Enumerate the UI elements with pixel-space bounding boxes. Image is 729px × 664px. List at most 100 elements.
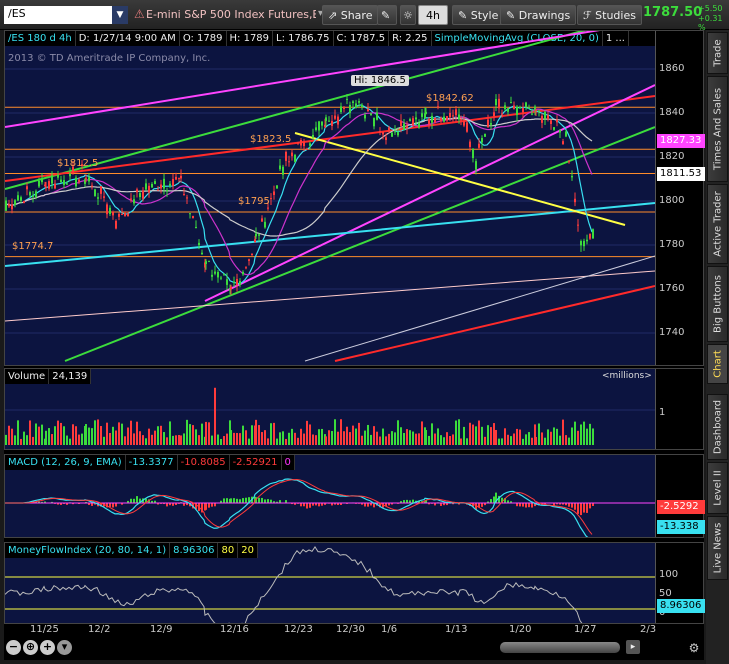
- macd-plot[interactable]: [5, 455, 655, 537]
- tab-dashboard[interactable]: Dashboard: [707, 394, 728, 460]
- tab-live-news[interactable]: Live News: [707, 516, 728, 580]
- candle-body: [349, 104, 351, 113]
- volume-bar: [437, 428, 439, 445]
- volume-bar: [528, 432, 530, 445]
- volume-bar: [484, 436, 486, 445]
- symbol-input[interactable]: /ES: [4, 6, 112, 24]
- candle-body: [455, 109, 457, 116]
- candle-body: [11, 204, 13, 210]
- price-plot[interactable]: [5, 31, 655, 365]
- candle-body: [103, 196, 105, 198]
- settings-button[interactable]: ☼: [400, 5, 416, 25]
- candle-body: [481, 138, 483, 143]
- share-icon: ⇗: [328, 9, 338, 22]
- macd-pane[interactable]: MACD (12, 26, 9, EMA) -13.3377 -10.8085 -2.…: [4, 454, 705, 538]
- trend-line: [294, 132, 626, 226]
- mfi-pane[interactable]: MoneyFlowIndex (20, 80, 14, 1) 8.96306 80 2…: [4, 542, 705, 624]
- tab-times-and-sales[interactable]: Times And Sales: [707, 76, 728, 182]
- tab-label: Active Trader: [712, 191, 723, 257]
- volume-bar: [382, 428, 384, 445]
- x-tick: 1/13: [445, 624, 468, 635]
- volume-bar: [226, 433, 228, 445]
- side-tab-bar: Trade Times And Sales Active Trader Big …: [706, 30, 729, 664]
- candle-body: [139, 193, 141, 198]
- volume-bar: [51, 434, 53, 445]
- volume-pane[interactable]: Volume 24,139 <millions> 1: [4, 368, 704, 450]
- volume-bar: [242, 425, 244, 445]
- annotation-1774: $1774.7: [12, 241, 54, 252]
- volume-bar: [490, 427, 492, 445]
- volume-bar: [97, 419, 99, 445]
- candle-body: [169, 183, 171, 186]
- zoom-fit-icon[interactable]: ⊕: [23, 640, 38, 655]
- studies-button[interactable]: ℱ Studies: [577, 5, 642, 25]
- tab-active-trader[interactable]: Active Trader: [707, 184, 728, 264]
- candle-body: [409, 119, 411, 121]
- tab-big-buttons[interactable]: Big Buttons: [707, 266, 728, 342]
- candle-body: [8, 204, 10, 207]
- price-pane[interactable]: /ES 180 d 4h D: 1/27/14 9:00 AM O: 1789 H: …: [4, 30, 705, 366]
- candle-body: [14, 200, 16, 205]
- candle-body: [415, 117, 417, 120]
- candle-body: [20, 197, 22, 201]
- volume-bar: [248, 438, 250, 445]
- volume-bar: [14, 435, 16, 445]
- candle-body: [285, 151, 287, 161]
- candle-body: [201, 252, 203, 255]
- candle-body: [318, 121, 320, 131]
- volume-bar: [118, 422, 120, 445]
- share-button[interactable]: ⇗ Share: [322, 5, 379, 25]
- tab-label: Chart: [712, 350, 723, 378]
- macd-bar: [568, 503, 570, 507]
- style-button[interactable]: ✎ Style: [452, 5, 505, 25]
- mfi-plot[interactable]: [5, 543, 655, 623]
- aggregation-select[interactable]: 4h: [418, 5, 448, 25]
- zoom-in-icon[interactable]: +: [40, 640, 55, 655]
- tab-level-ii[interactable]: Level II: [707, 462, 728, 514]
- volume-bar: [455, 420, 457, 445]
- volume-bar: [559, 435, 561, 445]
- candle-body: [270, 198, 272, 200]
- tab-trade[interactable]: Trade: [707, 32, 728, 74]
- chart-area[interactable]: /ES 180 d 4h D: 1/27/14 9:00 AM O: 1789 H: …: [4, 30, 705, 660]
- volume-bar: [535, 437, 537, 445]
- candle-body: [288, 161, 290, 163]
- volume-plot[interactable]: [5, 369, 655, 449]
- candle-body: [180, 175, 182, 179]
- candle-body: [142, 190, 144, 199]
- macd-bar: [211, 503, 213, 507]
- drawings-button[interactable]: ✎ Drawings: [500, 5, 577, 25]
- candle-body: [57, 174, 59, 178]
- volume-bar: [406, 429, 408, 445]
- candle-body: [248, 259, 250, 261]
- candle-body: [325, 117, 327, 121]
- annotation-1812: $1812.5: [57, 158, 99, 169]
- gear-icon[interactable]: ⚙: [686, 640, 702, 656]
- candle-body: [198, 242, 200, 246]
- volume-bar: [309, 424, 311, 445]
- symbol-dropdown-button[interactable]: ▼: [112, 6, 128, 24]
- volume-bar: [230, 430, 232, 445]
- volume-bar: [160, 425, 162, 445]
- candle-body: [41, 179, 43, 183]
- zoom-out-icon[interactable]: −: [6, 640, 21, 655]
- candle-body: [214, 271, 216, 274]
- candle-body: [394, 131, 396, 133]
- macd-bar: [525, 503, 527, 508]
- horizontal-scrollbar[interactable]: [500, 642, 620, 653]
- tools-button[interactable]: ✎: [377, 5, 397, 25]
- volume-bar: [300, 428, 302, 445]
- volume-bar: [297, 437, 299, 445]
- volume-bar: [211, 435, 213, 445]
- drawings-label: Drawings: [518, 9, 571, 22]
- candle-body: [458, 114, 460, 120]
- candle-body: [118, 213, 120, 217]
- volume-bar: [288, 432, 290, 445]
- scroll-right-icon[interactable]: ▸: [626, 640, 640, 654]
- tab-chart[interactable]: Chart: [707, 344, 728, 384]
- volume-bar: [498, 438, 500, 445]
- volume-bar: [251, 425, 253, 445]
- volume-bar: [493, 423, 495, 445]
- zoom-menu-icon[interactable]: ▾: [57, 640, 72, 655]
- volume-bar: [57, 420, 59, 445]
